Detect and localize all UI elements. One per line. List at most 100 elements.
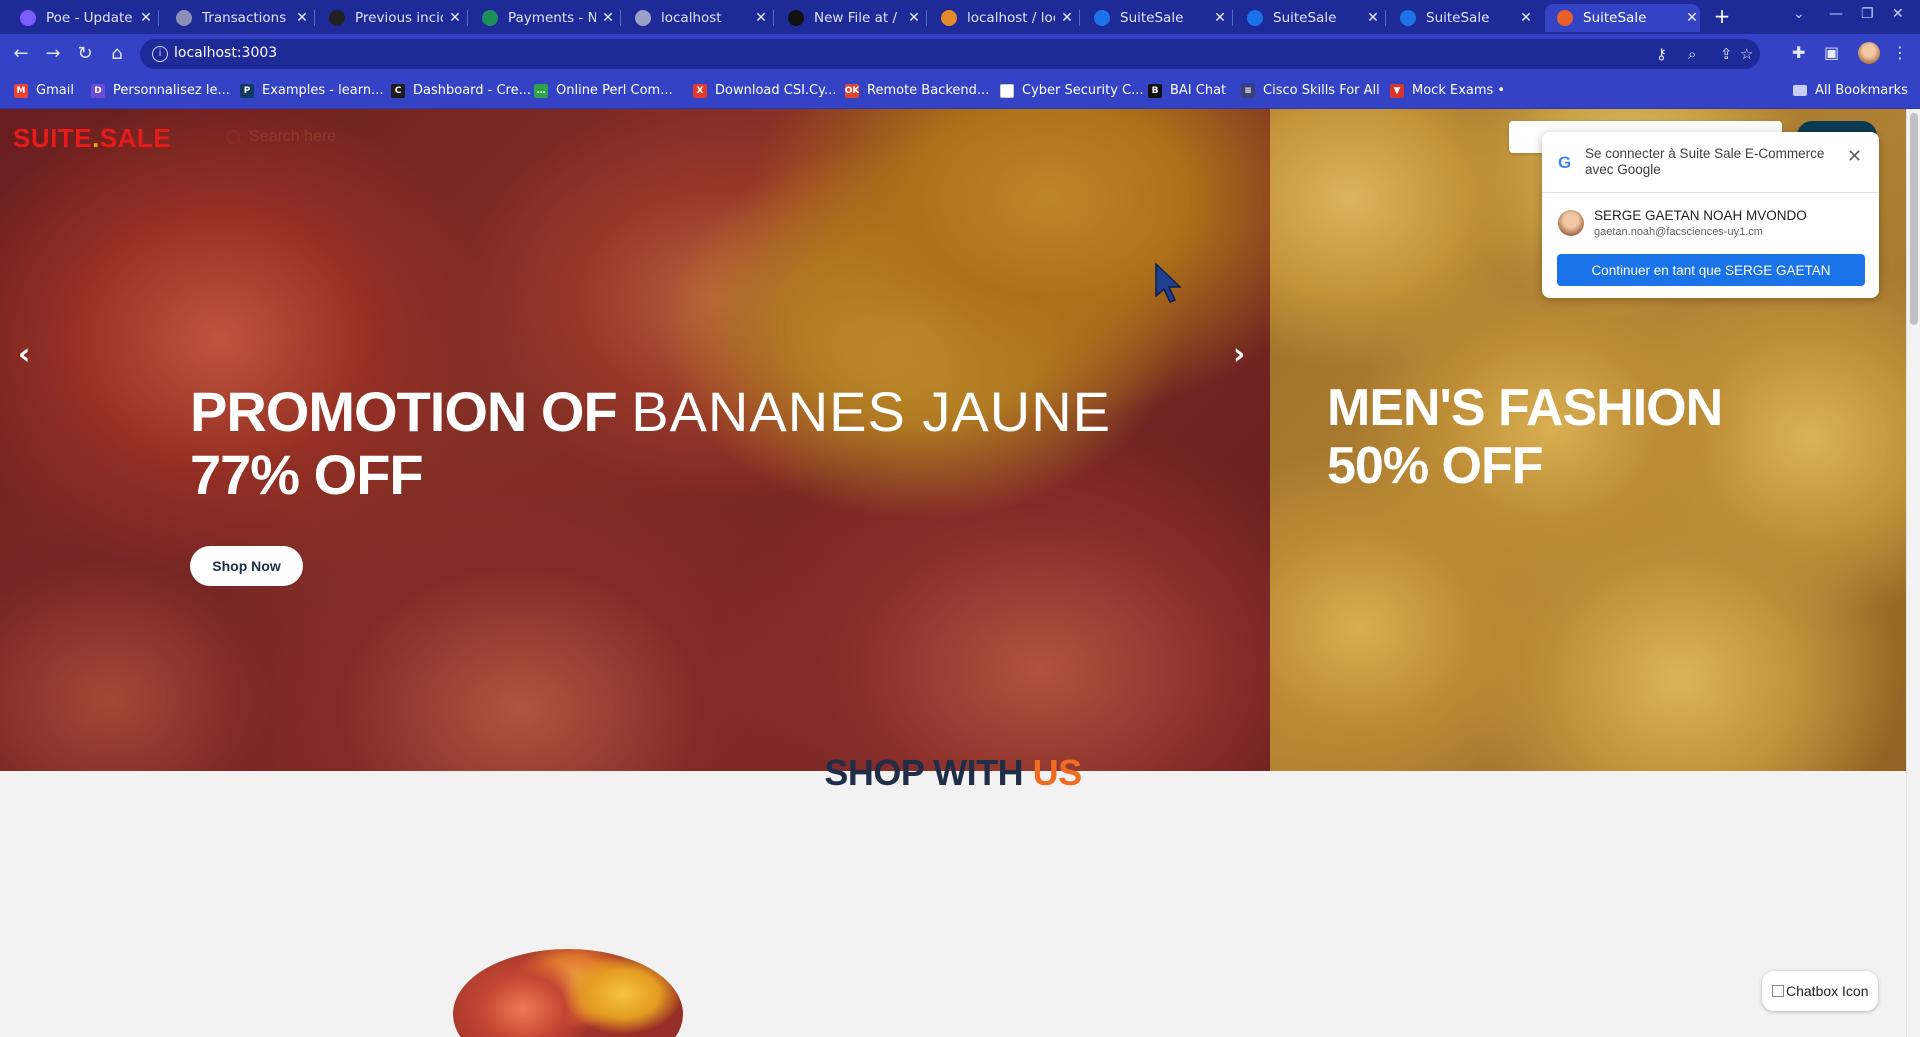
- browser-tab[interactable]: SuiteSale ✕: [1082, 4, 1228, 32]
- browser-tab[interactable]: New File at / · ✕: [776, 4, 922, 32]
- browser-tab-strip: Poe - Update C✕Transactions -✕Previous i…: [0, 0, 1920, 34]
- tab-separator: [158, 10, 159, 26]
- address-bar[interactable]: i localhost:3003 ⚷ ⌕ ⇪ ☆: [140, 39, 1760, 69]
- zoom-icon[interactable]: ⌕: [1688, 45, 1696, 63]
- new-tab-button[interactable]: +: [1710, 4, 1734, 28]
- bookmark-favicon-icon: C: [391, 83, 405, 98]
- site-search[interactable]: Search here: [226, 128, 336, 146]
- google-one-tap-popup: G Se connecter à Suite Sale E-Commerce a…: [1542, 132, 1879, 298]
- bookmark-star-icon[interactable]: ☆: [1740, 45, 1753, 63]
- tab-favicon-icon: [788, 10, 804, 26]
- carousel-prev-icon[interactable]: ‹: [18, 337, 30, 372]
- bookmark-item[interactable]: D Personnalisez le...: [91, 83, 230, 98]
- bookmark-label: Cisco Skills For All: [1263, 83, 1380, 98]
- tab-close-icon[interactable]: ✕: [447, 10, 463, 26]
- extensions-icon[interactable]: ✚: [1792, 43, 1805, 62]
- bookmark-favicon-icon: ▼: [1390, 83, 1404, 98]
- bookmark-favicon-icon: B: [1148, 83, 1162, 98]
- menu-icon[interactable]: ⋮: [1892, 43, 1908, 62]
- bookmark-item[interactable]: B BAI Chat: [1148, 83, 1226, 98]
- bookmark-item[interactable]: M Gmail: [14, 83, 74, 98]
- bookmark-label: Online Perl Com...: [556, 83, 673, 98]
- tab-close-icon[interactable]: ✕: [753, 10, 769, 26]
- forward-icon[interactable]: →: [40, 42, 66, 66]
- close-window-icon[interactable]: ✕: [1892, 6, 1904, 22]
- section-title: SHOP WITH US: [0, 752, 1906, 794]
- tab-separator: [467, 10, 468, 26]
- tab-title: Transactions -: [202, 10, 290, 26]
- side-panel-icon[interactable]: ▣: [1824, 43, 1839, 62]
- tab-close-icon[interactable]: ✕: [1518, 10, 1534, 26]
- bookmark-label: Remote Backend...: [867, 83, 990, 98]
- minimize-icon[interactable]: —: [1829, 6, 1843, 22]
- tab-title: Previous incide: [355, 10, 443, 26]
- site-logo[interactable]: SUITE.SALE: [13, 123, 171, 154]
- bookmark-item[interactable]: ▼ Mock Exams •: [1390, 83, 1505, 98]
- all-bookmarks[interactable]: All Bookmarks: [1793, 83, 1908, 98]
- chatbox-button[interactable]: Chatbox Icon: [1762, 971, 1878, 1011]
- bookmark-item[interactable]: ≡ Cisco Skills For All: [1241, 83, 1380, 98]
- tab-close-icon[interactable]: ✕: [1059, 10, 1075, 26]
- tab-favicon-icon: [1094, 10, 1110, 26]
- home-icon[interactable]: ⌂: [104, 42, 130, 66]
- google-logo-icon: G: [1558, 153, 1572, 172]
- search-icon: [226, 130, 240, 144]
- tab-close-icon[interactable]: ✕: [294, 10, 310, 26]
- tab-title: SuiteSale: [1120, 10, 1184, 26]
- browser-tab[interactable]: SuiteSale ✕: [1235, 4, 1381, 32]
- browser-tab[interactable]: SuiteSale ✕: [1545, 4, 1700, 32]
- browser-tab[interactable]: Transactions - ✕: [164, 4, 310, 32]
- browser-tab[interactable]: Previous incide✕: [317, 4, 463, 32]
- close-icon[interactable]: ✕: [1847, 146, 1862, 167]
- browser-toolbar: ← → ↻ ⌂ i localhost:3003 ⚷ ⌕ ⇪ ☆ ✚ ▣ ⋮: [0, 34, 1920, 74]
- tab-favicon-icon: [482, 10, 498, 26]
- tab-close-icon[interactable]: ✕: [906, 10, 922, 26]
- bookmark-item[interactable]: P Examples - learn...: [240, 83, 383, 98]
- tab-favicon-icon: [941, 10, 957, 26]
- profile-avatar[interactable]: [1858, 42, 1880, 64]
- tab-search-icon[interactable]: ⌄: [1793, 6, 1805, 22]
- carousel-next-icon[interactable]: ›: [1233, 337, 1245, 372]
- bookmark-label: Dashboard - Cre...: [413, 83, 532, 98]
- tab-close-icon[interactable]: ✕: [1365, 10, 1381, 26]
- back-icon[interactable]: ←: [8, 42, 34, 66]
- tab-separator: [926, 10, 927, 26]
- bookmark-label: Download CSI.Cy...: [715, 83, 837, 98]
- bookmark-item[interactable]: OK Remote Backend...: [845, 83, 990, 98]
- page-scrollbar[interactable]: [1906, 109, 1920, 1037]
- bookmark-item[interactable]: X Download CSI.Cy...: [693, 83, 836, 98]
- browser-tab[interactable]: Payments - No✕: [470, 4, 616, 32]
- reload-icon[interactable]: ↻: [72, 42, 98, 66]
- browser-tab[interactable]: Poe - Update C✕: [8, 4, 154, 32]
- bookmark-label: BAI Chat: [1170, 83, 1227, 98]
- site-info-icon[interactable]: i: [152, 46, 168, 62]
- browser-tab[interactable]: SuiteSale ✕: [1388, 4, 1534, 32]
- bookmark-item[interactable]: Cyber Security C...: [1000, 83, 1144, 98]
- bookmark-label: Mock Exams •: [1412, 83, 1506, 98]
- continue-as-button[interactable]: Continuer en tant que SERGE GAETAN: [1557, 254, 1865, 286]
- shop-now-button[interactable]: Shop Now: [190, 546, 303, 586]
- tab-close-icon[interactable]: ✕: [600, 10, 616, 26]
- promo2-title: MEN'S FASHION: [1327, 379, 1723, 437]
- scrollbar-thumb[interactable]: [1910, 113, 1918, 325]
- tab-close-icon[interactable]: ✕: [1212, 10, 1228, 26]
- promo-discount: 77% OFF: [190, 443, 424, 506]
- promo2-headline: MEN'S FASHION 50% OFF: [1327, 379, 1723, 495]
- tab-separator: [620, 10, 621, 26]
- browser-tab[interactable]: localhost / loca✕: [929, 4, 1075, 32]
- bookmark-favicon-icon: [1000, 83, 1014, 98]
- tab-separator: [1232, 10, 1233, 26]
- search-placeholder[interactable]: Search here: [249, 128, 336, 146]
- key-icon[interactable]: ⚷: [1656, 45, 1667, 63]
- tab-favicon-icon: [635, 10, 651, 26]
- restore-icon[interactable]: ❐: [1861, 6, 1874, 22]
- category-image[interactable]: [453, 949, 683, 1037]
- tab-close-icon[interactable]: ✕: [1684, 10, 1700, 26]
- share-icon[interactable]: ⇪: [1720, 45, 1733, 63]
- tab-close-icon[interactable]: ✕: [138, 10, 154, 26]
- address-url[interactable]: localhost:3003: [174, 45, 277, 61]
- browser-tab[interactable]: localhost ✕: [623, 4, 769, 32]
- account-avatar: [1558, 210, 1584, 236]
- bookmark-item[interactable]: C Dashboard - Cre...: [391, 83, 531, 98]
- bookmark-item[interactable]: … Online Perl Com...: [534, 83, 673, 98]
